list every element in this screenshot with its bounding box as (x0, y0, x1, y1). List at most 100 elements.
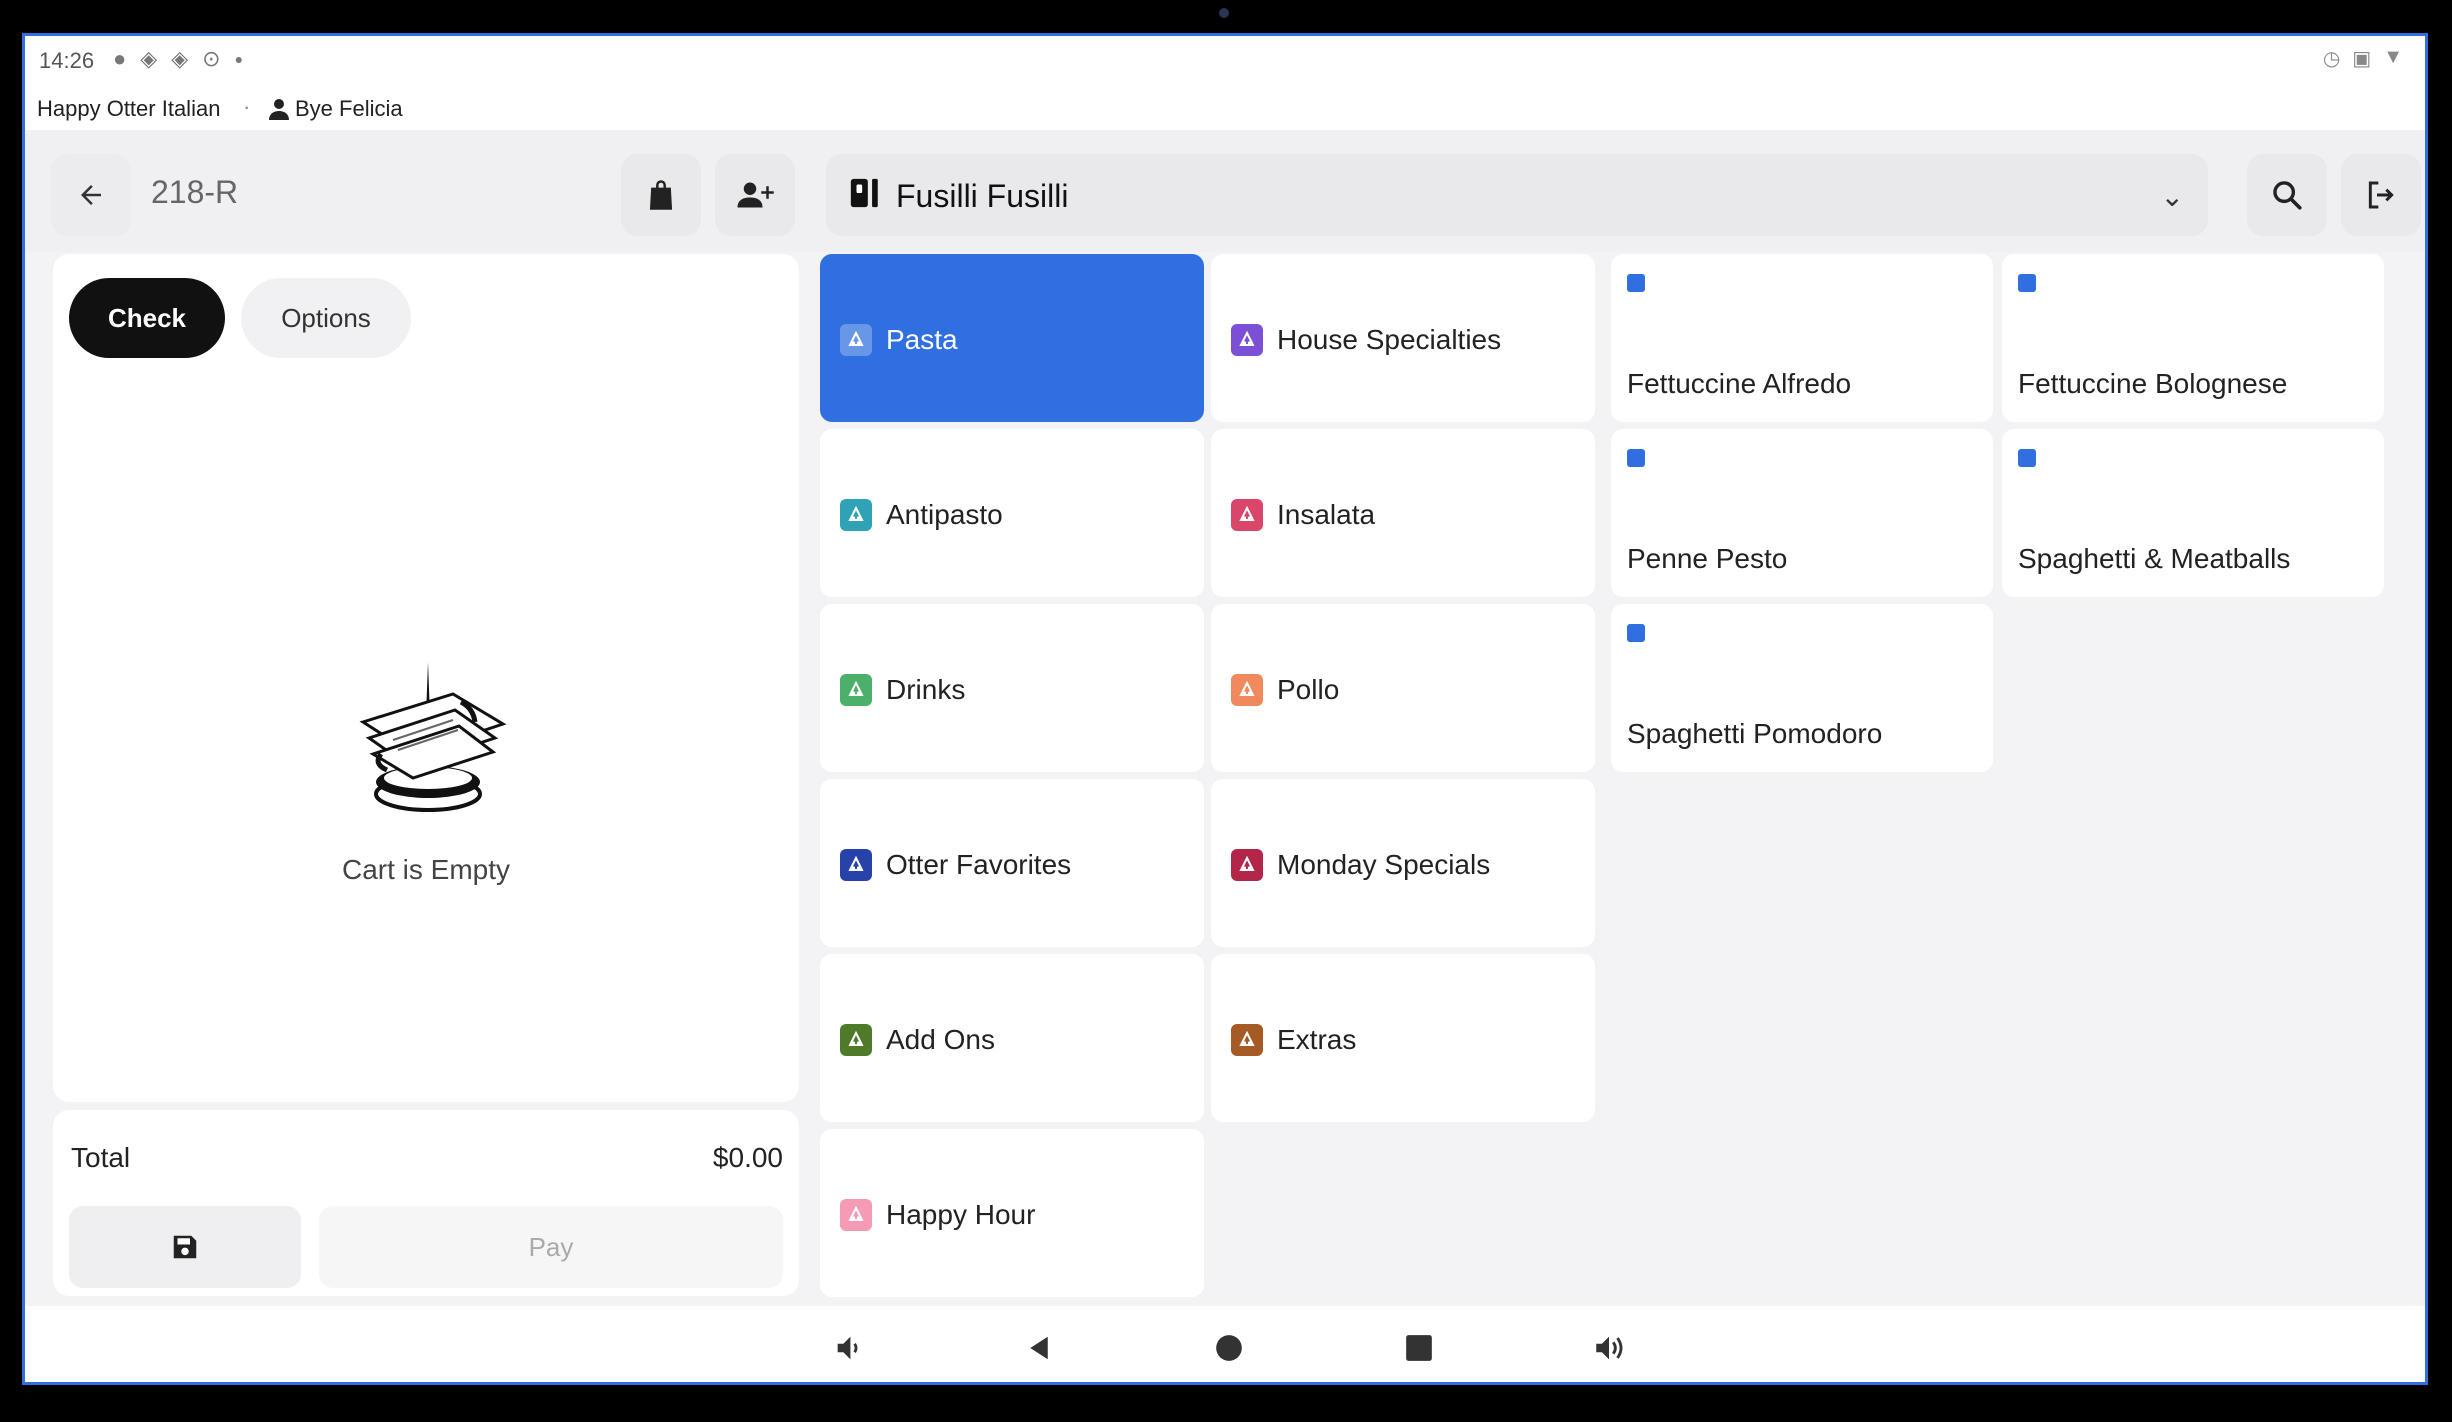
category-icon (840, 1199, 872, 1231)
recents-square-icon (1406, 1335, 1432, 1361)
menu-item-tile[interactable]: Fettuccine Alfredo (1611, 254, 1993, 422)
category-label: Add Ons (886, 1024, 995, 1055)
save-icon (173, 1235, 197, 1259)
nav-recents-button[interactable] (1395, 1324, 1443, 1372)
tab-options[interactable]: Options (241, 278, 411, 358)
status-bar: 14:26 ● ◈ ◈ ⊙ ● ◷ ▣ ▼ (25, 36, 2425, 86)
volume-up-button[interactable] (1585, 1324, 1633, 1372)
category-label: House Specialties (1277, 324, 1502, 355)
menu-item-label: Fettuccine Bolognese (2018, 368, 2288, 399)
category-label: Pollo (1277, 674, 1340, 705)
item-color-marker (1627, 449, 1645, 467)
logout-icon (2368, 181, 2394, 209)
category-tile[interactable]: Extras (1211, 954, 1595, 1122)
system-nav-bar (25, 1306, 2425, 1382)
category-icon (1231, 324, 1263, 356)
location-icon: ⊙ (202, 46, 221, 71)
volume-down-icon (837, 1336, 858, 1360)
category-tile[interactable]: Drinks (820, 604, 1204, 772)
category-tile[interactable]: Antipasto (820, 429, 1204, 597)
total-label: Total (71, 1142, 131, 1173)
menu-item-tile[interactable]: Penne Pesto (1611, 429, 1993, 597)
volume-down-button[interactable] (825, 1324, 873, 1372)
category-icon (840, 499, 872, 531)
category-label: Monday Specials (1277, 849, 1491, 880)
nav-back-button[interactable] (1015, 1324, 1063, 1372)
tablet-screen: 14:26 ● ◈ ◈ ⊙ ● ◷ ▣ ▼ Happy Otter Italia… (22, 33, 2428, 1385)
item-color-marker (2018, 449, 2036, 467)
menu-item-label: Fettuccine Alfredo (1627, 368, 1852, 399)
search-icon (2273, 181, 2302, 210)
status-right-icons: ◷ ▣ ▼ (2323, 46, 2403, 71)
logout-button[interactable] (2341, 154, 2421, 236)
category-icon (840, 849, 872, 881)
menu-item-label: Penne Pesto (1627, 543, 1788, 574)
category-tile[interactable]: Monday Specials (1211, 779, 1595, 947)
person-icon (269, 99, 289, 120)
current-user: Bye Felicia (267, 96, 403, 122)
nav-home-button[interactable] (1205, 1324, 1253, 1372)
chevron-down-icon: ⌄ (2160, 181, 2184, 212)
info-bar: Happy Otter Italian · Bye Felicia (25, 86, 2425, 130)
menu-item-tile[interactable]: Spaghetti & Meatballs (2002, 429, 2384, 597)
info-separator: · (243, 94, 251, 119)
order-header: 218-R Fusilli Fusilli ⌄ (25, 130, 2425, 252)
category-icon (840, 674, 872, 706)
shopping-bag-icon (649, 180, 673, 210)
layers-icon: ◈ (140, 46, 158, 71)
menu-selector[interactable]: Fusilli Fusilli ⌄ (826, 154, 2208, 236)
layers-icon: ◈ (171, 46, 189, 71)
pay-button[interactable]: Pay (319, 1206, 783, 1288)
category-label: Pasta (886, 324, 958, 355)
empty-cart-text: Cart is Empty (341, 854, 511, 885)
category-icon (840, 324, 872, 356)
search-button[interactable] (2247, 154, 2327, 236)
total-panel: Total $0.00 Pay (53, 1110, 799, 1296)
category-label: Antipasto (886, 499, 1003, 530)
category-tile[interactable]: Pasta (820, 254, 1204, 422)
front-camera (1219, 8, 1229, 18)
menu-name: Fusilli Fusilli (896, 178, 1069, 214)
menu-item-label: Spaghetti Pomodoro (1627, 718, 1883, 749)
dot-icon: ● (234, 51, 244, 67)
category-label: Drinks (886, 674, 966, 705)
tab-check[interactable]: Check (69, 278, 225, 358)
home-circle-icon (1216, 1335, 1242, 1361)
alarm-icon: ◷ (2322, 48, 2341, 70)
category-label: Insalata (1277, 499, 1376, 530)
menu-item-tile[interactable]: Fettuccine Bolognese (2002, 254, 2384, 422)
category-tile[interactable]: House Specialties (1211, 254, 1595, 422)
cast-icon: ▣ (2352, 48, 2372, 70)
add-guest-button[interactable] (715, 154, 795, 236)
category-tile[interactable]: Insalata (1211, 429, 1595, 597)
item-color-marker (2018, 274, 2036, 292)
person-add-icon (737, 182, 774, 208)
item-color-marker (1627, 274, 1645, 292)
empty-cart-illustration (359, 662, 507, 812)
category-icon (1231, 1024, 1263, 1056)
category-icon (1231, 499, 1263, 531)
category-tile[interactable]: Otter Favorites (820, 779, 1204, 947)
category-label: Happy Hour (886, 1199, 1036, 1230)
category-label: Extras (1277, 1024, 1357, 1055)
category-icon (1231, 849, 1263, 881)
back-triangle-icon (1030, 1336, 1048, 1360)
category-label: Otter Favorites (886, 849, 1072, 880)
restaurant-name: Happy Otter Italian (37, 96, 221, 121)
cart-panel: Check Options Cart is Empty (53, 254, 799, 1102)
item-color-marker (1627, 624, 1645, 642)
bag-button[interactable] (621, 154, 701, 236)
category-icon (840, 1024, 872, 1056)
arrow-left-icon (81, 185, 101, 205)
category-tile[interactable]: Happy Hour (820, 1129, 1204, 1297)
order-id: 218-R (151, 174, 239, 210)
menu-item-tile[interactable]: Spaghetti Pomodoro (1611, 604, 1993, 772)
status-time: 14:26 (39, 48, 95, 73)
status-icons: ● ◈ ◈ ⊙ ● (113, 46, 243, 72)
category-tile[interactable]: Pollo (1211, 604, 1595, 772)
save-button[interactable] (69, 1206, 301, 1288)
back-button[interactable] (51, 154, 131, 236)
total-value: $0.00 (712, 1142, 783, 1173)
volume-up-icon (1596, 1336, 1623, 1360)
category-tile[interactable]: Add Ons (820, 954, 1204, 1122)
